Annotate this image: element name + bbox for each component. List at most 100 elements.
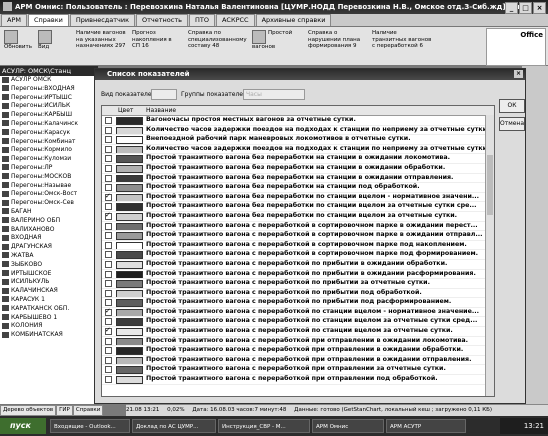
task-outlook[interactable]: Входящие - Outlook... (50, 419, 130, 433)
row-checkbox[interactable] (105, 376, 112, 384)
color-swatch[interactable] (116, 328, 143, 336)
close-icon[interactable]: × (514, 70, 523, 78)
row-checkbox[interactable] (105, 164, 112, 172)
sidebar-tree-item[interactable]: Перегоны:Кормило (0, 146, 98, 155)
sidebar-tree-item[interactable]: Перегоны:ВХОДНАЯ (0, 85, 98, 94)
task-instruction[interactable]: Инструкция_СВР - М... (218, 419, 310, 433)
sidebar-tree-item[interactable]: Перегоны:ЛР (0, 164, 98, 173)
row-checkbox[interactable] (105, 136, 112, 144)
sidebar-tree-item[interactable]: БАГАН (0, 208, 98, 217)
filter2-select[interactable]: Часы (243, 89, 305, 100)
table-row[interactable]: Простой транзитного вагона с переработко… (102, 308, 494, 318)
table-row[interactable]: Простой транзитного вагона без переработ… (102, 212, 494, 222)
table-row[interactable]: Простой транзитного вагона с переработко… (102, 337, 494, 347)
task-arm-omnis[interactable]: АРМ Омнис (312, 419, 384, 433)
color-swatch[interactable] (116, 222, 143, 231)
tab-askrss[interactable]: АСКРСС (215, 14, 255, 26)
row-checkbox[interactable] (105, 203, 112, 211)
color-swatch[interactable] (116, 117, 143, 125)
table-row[interactable]: Простой транзитного вагона с переработко… (102, 270, 494, 280)
refresh-button[interactable]: Обновить (4, 30, 32, 51)
table-row[interactable]: Вагоночасы простоя местных вагонов за от… (102, 116, 494, 126)
table-row[interactable]: Простой транзитного вагона с переработко… (102, 375, 494, 385)
sidebar-tree-item[interactable]: КАРАСУК 1 (0, 296, 98, 305)
color-swatch[interactable] (116, 155, 143, 164)
sidebar-tree-item[interactable]: КАЛАЧИНСКАЯ (0, 287, 98, 296)
color-swatch[interactable] (116, 203, 143, 211)
ribbon-item-narushenie[interactable]: Справка о нарушении плана формирования 9 (308, 30, 364, 50)
table-row[interactable]: Простой транзитного вагона без переработ… (102, 174, 494, 184)
table-row[interactable]: Количество часов задержки поездов на под… (102, 126, 494, 136)
table-row[interactable]: Простой транзитного вагона с переработко… (102, 317, 494, 328)
cancel-button[interactable]: Отмена (499, 117, 525, 131)
tab-gir[interactable]: ГИР (56, 405, 73, 416)
row-checkbox[interactable] (105, 318, 112, 326)
tab-reports[interactable]: Справки (72, 405, 104, 416)
minimize-button[interactable]: _ (505, 2, 518, 14)
tab-pto[interactable]: ПТО (188, 14, 215, 26)
table-row[interactable]: Простой транзитного вагона без переработ… (102, 202, 494, 212)
row-checkbox[interactable] (105, 222, 112, 230)
table-row[interactable]: Внепоездной рабочий парк маневровых локо… (102, 135, 494, 145)
table-row[interactable]: Простой транзитного вагона с переработко… (102, 346, 494, 356)
color-swatch[interactable] (116, 193, 143, 202)
color-swatch[interactable] (116, 376, 143, 384)
scrollbar-thumb[interactable] (487, 155, 493, 215)
start-button[interactable]: пуск (0, 418, 46, 434)
task-doklad[interactable]: Доклад по АС ЦУМР... (132, 419, 216, 433)
sidebar-tree-item[interactable]: КАРБЫШЕВО 1 (0, 314, 98, 323)
tab-arm[interactable]: АРМ (1, 14, 27, 26)
table-row[interactable]: Простой транзитного вагона с переработко… (102, 250, 494, 260)
sidebar-tree-item[interactable]: ВАЛЕРИНО ОБП (0, 217, 98, 226)
sidebar-tree-item[interactable]: ВХОДНАЯ (0, 234, 98, 243)
sidebar-tree-item[interactable]: Перегоны:Омск-Вост (0, 190, 98, 199)
grid-scrollbar[interactable] (485, 115, 494, 396)
row-checkbox[interactable] (105, 366, 112, 374)
row-checkbox[interactable] (105, 327, 112, 336)
close-button[interactable]: × (533, 2, 546, 14)
task-arm-asutr[interactable]: АРМ АСУТР (386, 419, 466, 433)
row-checkbox[interactable] (105, 347, 112, 355)
table-row[interactable]: Простой транзитного вагона с переработко… (102, 279, 494, 289)
color-swatch[interactable] (116, 366, 143, 375)
row-checkbox[interactable] (105, 270, 112, 278)
table-row[interactable]: Простой транзитного вагона с переработко… (102, 327, 494, 337)
table-row[interactable]: Простой транзитного вагона без переработ… (102, 193, 494, 203)
ribbon-item-tranzit[interactable]: Наличие транзитных вагонов с переработко… (372, 30, 432, 50)
sidebar-tree-item[interactable]: ИРТЫШСКОЕ (0, 270, 98, 279)
sidebar-tree-item[interactable]: КОМБИНАТСКАЯ (0, 331, 98, 340)
color-swatch[interactable] (116, 232, 143, 240)
sidebar-tree-item[interactable]: ВАЛИХАНОВО (0, 226, 98, 235)
color-swatch[interactable] (116, 212, 143, 221)
color-swatch[interactable] (116, 347, 143, 355)
row-checkbox[interactable] (105, 174, 112, 182)
row-checkbox[interactable] (105, 155, 112, 163)
row-checkbox[interactable] (105, 299, 112, 307)
color-swatch[interactable] (116, 136, 143, 144)
tab-otchetnost[interactable]: Отчетность (136, 14, 188, 26)
ribbon-item-nalichie[interactable]: Наличие вагонов на указанных назначениях… (76, 30, 126, 50)
table-row[interactable]: Простой транзитного вагона с переработко… (102, 222, 494, 232)
table-row[interactable]: Простой транзитного вагона с переработко… (102, 241, 494, 251)
table-row[interactable]: Количество часов задержки поездов на под… (102, 145, 494, 155)
color-swatch[interactable] (116, 270, 143, 279)
ribbon-item-special[interactable]: Справка по специализованному составу 48 (188, 30, 247, 50)
color-swatch[interactable] (116, 260, 143, 269)
table-row[interactable]: Простой транзитного вагона с переработко… (102, 289, 494, 299)
row-checkbox[interactable] (105, 126, 112, 134)
row-checkbox[interactable] (105, 280, 112, 288)
table-row[interactable]: Простой транзитного вагона с переработко… (102, 231, 494, 241)
sidebar-tree-item[interactable]: ЖАТВА (0, 252, 98, 261)
table-row[interactable]: Простой транзитного вагона без переработ… (102, 183, 494, 193)
color-swatch[interactable] (116, 145, 143, 154)
sidebar-tree-item[interactable]: ИСИЛЬКУЛЬ (0, 278, 98, 287)
row-checkbox[interactable] (105, 308, 112, 316)
row-checkbox[interactable] (105, 260, 112, 268)
table-row[interactable]: Простой транзитного вагона с переработко… (102, 260, 494, 270)
row-checkbox[interactable] (105, 289, 112, 297)
sidebar-tree-item[interactable]: Перегоны:ИРТЫШС (0, 94, 98, 103)
row-checkbox[interactable] (105, 251, 112, 259)
sidebar-tree-item[interactable]: Перегоны:Комбинат (0, 138, 98, 147)
filter1-select[interactable] (151, 89, 177, 100)
sidebar-tree-item[interactable]: Перегоны:Омск-Сев (0, 199, 98, 208)
